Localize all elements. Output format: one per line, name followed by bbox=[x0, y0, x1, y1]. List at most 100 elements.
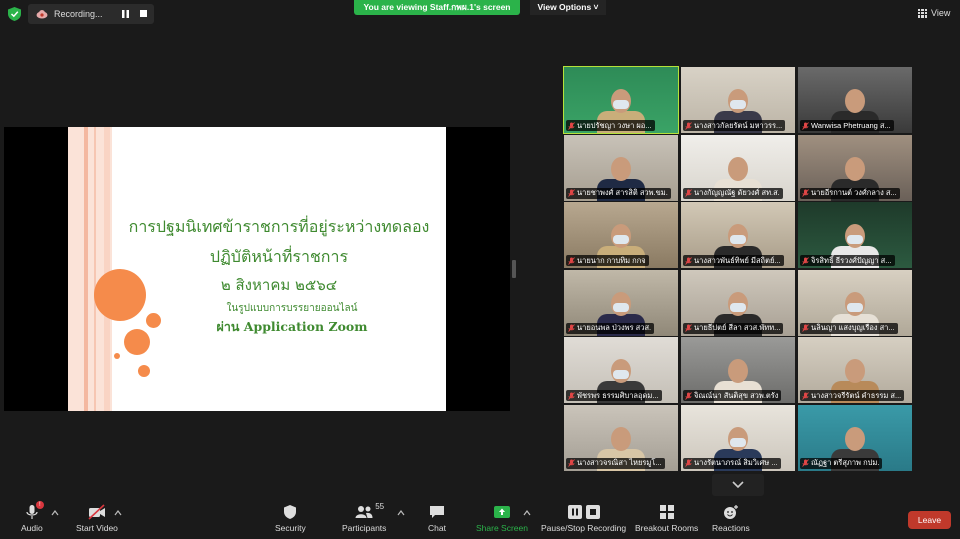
muted-microphone-icon bbox=[802, 324, 809, 332]
video-options-caret-icon[interactable] bbox=[114, 510, 122, 516]
slide-decor-line bbox=[84, 127, 88, 411]
participant-tile[interactable]: จิณณ์นา สันติสุข สวพ.ตรัง bbox=[681, 337, 795, 403]
leave-button[interactable]: Leave bbox=[908, 511, 951, 529]
participant-head bbox=[728, 156, 748, 181]
participant-name-bar: พัชรพร ธรรมศิบาลอุดม... bbox=[566, 390, 662, 401]
participant-tile[interactable]: นายชาพงศ์ สารสิติ สวพ.ขม. bbox=[564, 134, 678, 201]
muted-microphone-icon bbox=[685, 459, 692, 467]
panel-resize-handle[interactable] bbox=[512, 260, 516, 278]
stop-recording-icon[interactable] bbox=[140, 10, 147, 17]
participant-name: นายปรัชญา วงษา ผอ... bbox=[577, 120, 652, 130]
recording-indicator: Recording... bbox=[28, 4, 154, 24]
participant-name-bar: Wanwisa Phetruang ส... bbox=[800, 120, 894, 131]
participant-name: นางสาวกัลยรัตน์ มหาวรร... bbox=[694, 120, 783, 130]
gallery-next-page-button[interactable] bbox=[712, 474, 764, 496]
muted-microphone-icon bbox=[802, 121, 809, 130]
participant-face-mask bbox=[613, 235, 629, 244]
start-video-button[interactable]: Start Video bbox=[76, 504, 118, 533]
share-screen-button[interactable]: Share Screen bbox=[476, 504, 528, 533]
chevron-down-icon bbox=[732, 481, 744, 489]
viewing-screen-banner: You are viewing Staff.กพผ.1's screen bbox=[354, 0, 520, 15]
participant-name: Wanwisa Phetruang ส... bbox=[811, 120, 891, 130]
top-bar: Recording... You are viewing Staff.กพผ.1… bbox=[0, 0, 960, 28]
participants-icon: 55 bbox=[355, 502, 384, 520]
participant-name: พัชรพร ธรรมศิบาลอุดม... bbox=[577, 390, 659, 400]
participant-name: นลินญา แสงบุญเรือง สา... bbox=[811, 323, 895, 332]
view-options-label: View Options bbox=[537, 2, 592, 12]
breakout-rooms-button[interactable]: Breakout Rooms bbox=[635, 504, 698, 533]
participant-tile[interactable]: นายนาก กาบทิม กกจ bbox=[564, 202, 678, 268]
breakout-rooms-icon bbox=[658, 504, 676, 520]
participant-tile[interactable]: Wanwisa Phetruang ส... bbox=[798, 67, 912, 133]
participant-tile[interactable]: ณัฏฐา ตรีสุภาพ กปม. bbox=[798, 404, 912, 471]
pause-stop-recording-icon bbox=[567, 504, 601, 520]
participant-tile[interactable]: นางรัตนาภรณ์ สิมวิเศษ ... bbox=[681, 404, 795, 471]
participant-face-mask bbox=[613, 302, 629, 312]
pause-recording-icon[interactable] bbox=[122, 10, 129, 18]
shield-icon[interactable] bbox=[8, 7, 21, 21]
participant-name: นางสาวจรีรัตน์ คำธรรม ส... bbox=[811, 390, 902, 400]
participant-tile[interactable]: นายอีรกานต์ วงศ์กลาง ส... bbox=[798, 134, 912, 201]
muted-microphone-icon bbox=[802, 459, 809, 467]
slide-subtitle-line-1: ในรูปแบบการบรรยายออนไลน์ bbox=[226, 303, 358, 314]
muted-microphone-icon bbox=[568, 391, 575, 400]
security-button[interactable]: Security bbox=[275, 504, 306, 533]
pause-stop-recording-button[interactable]: Pause/Stop Recording bbox=[541, 504, 626, 533]
participants-options-caret-icon[interactable] bbox=[397, 510, 405, 516]
participant-name-bar: นลินญา แสงบุญเรือง สา... bbox=[800, 322, 898, 334]
audio-button[interactable]: ! Audio bbox=[21, 501, 44, 533]
slide-title-line-1: การปฐมนิเทศข้าราชการที่อยู่ระหว่างทดลอง bbox=[128, 217, 430, 236]
muted-microphone-icon bbox=[685, 324, 692, 332]
participant-name-bar: นางกัญญณัฐ ดัยวงศ์ สท.ส. bbox=[683, 187, 783, 199]
muted-microphone-icon bbox=[568, 189, 575, 197]
audio-options-caret-icon[interactable] bbox=[51, 510, 59, 516]
chat-label: Chat bbox=[428, 523, 446, 533]
participant-tile[interactable]: นลินญา แสงบุญเรือง สา... bbox=[798, 269, 912, 336]
muted-microphone-icon bbox=[802, 391, 809, 400]
participant-tile[interactable]: พัชรพร ธรรมศิบาลอุดม... bbox=[564, 337, 678, 403]
participant-head bbox=[845, 89, 865, 113]
view-label: View bbox=[931, 8, 951, 18]
participant-tile[interactable]: นางสาวจรณิสา ไหยรมูโ... bbox=[564, 404, 678, 471]
participant-face-mask bbox=[730, 302, 746, 312]
participant-tile[interactable]: นางกัญญณัฐ ดัยวงศ์ สท.ส. bbox=[681, 134, 795, 201]
view-options-button[interactable]: View Options ˅ bbox=[530, 0, 606, 15]
participant-tile[interactable]: นางสาวจรีรัตน์ คำธรรม ส... bbox=[798, 337, 912, 403]
muted-microphone-icon bbox=[568, 256, 575, 265]
participant-face-mask bbox=[847, 235, 863, 244]
chat-icon bbox=[428, 504, 446, 520]
participant-head bbox=[611, 156, 631, 181]
audio-warning-badge: ! bbox=[35, 501, 44, 509]
participant-head bbox=[728, 359, 748, 383]
share-screen-icon bbox=[493, 504, 511, 520]
participant-head bbox=[845, 156, 865, 181]
participant-tile[interactable]: นายอนพล ป่วงพร สวส. bbox=[564, 269, 678, 336]
zoom-meeting-window: Recording... You are viewing Staff.กพผ.1… bbox=[0, 0, 960, 539]
slide-decor-circle bbox=[146, 313, 161, 328]
participant-face-mask bbox=[730, 100, 746, 109]
share-options-caret-icon[interactable] bbox=[523, 510, 531, 516]
share-screen-label: Share Screen bbox=[476, 523, 528, 533]
participant-tile[interactable]: นางสาวพันธ์ทิพย์ มีสถิตย์... bbox=[681, 202, 795, 268]
chat-button[interactable]: Chat bbox=[428, 504, 446, 533]
participant-name-bar: จิรสิทธิ์ ธีรวงศ์ปัญญา ส... bbox=[800, 255, 895, 266]
participant-name-bar: นางสาวพันธ์ทิพย์ มีสถิตย์... bbox=[683, 255, 784, 266]
participant-tile[interactable]: นายธีปตย์ สีลา สวส.พัทท... bbox=[681, 269, 795, 336]
participant-name: ณัฏฐา ตรีสุภาพ กปม. bbox=[811, 458, 880, 467]
muted-microphone-icon bbox=[568, 324, 575, 332]
participant-name: นางสาวพันธ์ทิพย์ มีสถิตย์... bbox=[694, 255, 781, 265]
reactions-button[interactable]: Reactions bbox=[712, 504, 750, 533]
participant-tile[interactable]: นางสาวกัลยรัตน์ มหาวรร... bbox=[681, 67, 795, 133]
participant-head bbox=[845, 359, 865, 383]
slide-title-line-2: ปฏิบัติหน้าที่ราชการ bbox=[209, 247, 349, 266]
view-button[interactable]: View bbox=[918, 8, 950, 18]
slide-decor-circle bbox=[124, 329, 150, 355]
participant-tile[interactable]: นายปรัชญา วงษา ผอ... bbox=[563, 66, 679, 134]
participant-tile[interactable]: จิรสิทธิ์ ธีรวงศ์ปัญญา ส... bbox=[798, 202, 912, 268]
participants-button[interactable]: 55 Participants bbox=[342, 502, 386, 533]
reactions-label: Reactions bbox=[712, 523, 750, 533]
participant-name-bar: นายนาก กาบทิม กกจ bbox=[566, 255, 649, 266]
participant-face-mask bbox=[613, 370, 629, 379]
participant-name-bar: นางรัตนาภรณ์ สิมวิเศษ ... bbox=[683, 457, 781, 469]
participant-name: นางกัญญณัฐ ดัยวงศ์ สท.ส. bbox=[694, 188, 780, 197]
